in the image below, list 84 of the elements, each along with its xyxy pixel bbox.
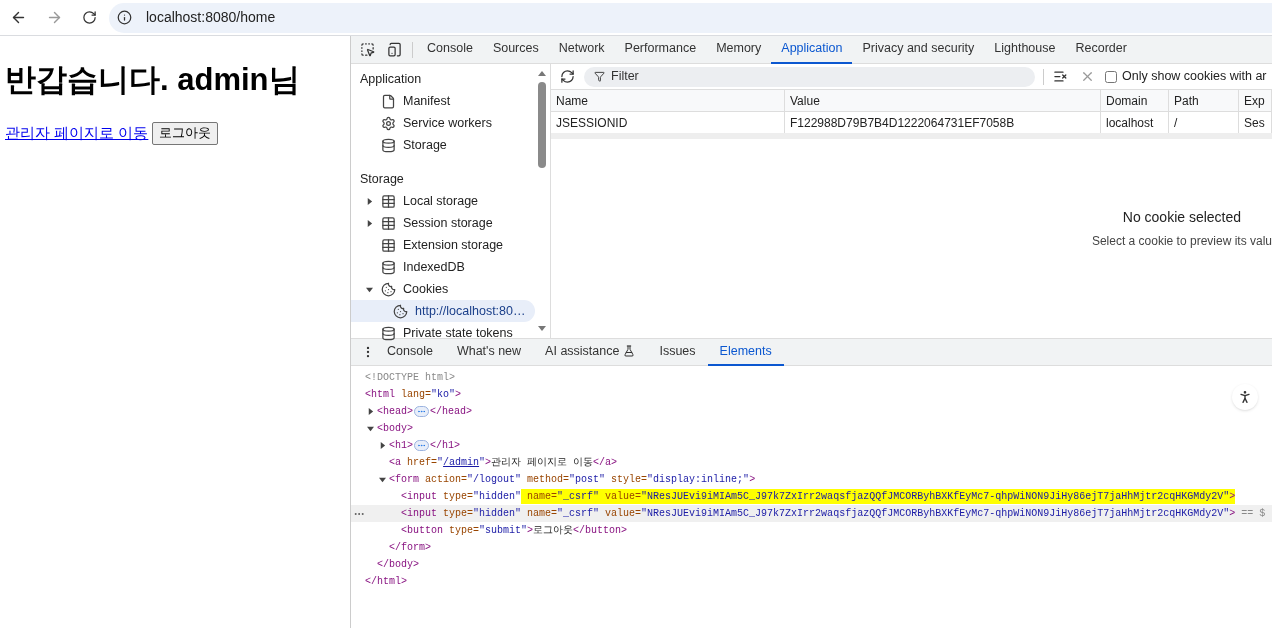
column-header[interactable]: Name [551, 90, 785, 111]
sidebar-item[interactable]: Manifest [351, 90, 535, 112]
checkbox-label: Only show cookies with ar [1122, 68, 1267, 86]
dom-line[interactable]: <head> </head> [351, 403, 1272, 420]
devtools-tab[interactable]: Lighthouse [984, 35, 1066, 64]
device-toolbar-icon[interactable] [387, 42, 402, 57]
devtools-tab[interactable]: Console [417, 35, 483, 64]
disclosure-triangle-icon[interactable] [366, 219, 373, 227]
reload-icon[interactable] [82, 10, 97, 25]
table-cell[interactable]: localhost [1101, 112, 1169, 133]
devtools-tab[interactable]: Sources [482, 35, 549, 64]
sidebar-item[interactable]: Session storage [351, 212, 535, 234]
database-icon [381, 259, 396, 275]
devtools-tab[interactable]: Application [771, 35, 853, 64]
table-icon [381, 193, 396, 209]
back-icon[interactable] [10, 9, 27, 26]
refresh-icon[interactable] [560, 69, 575, 84]
table-cell[interactable]: F122988D79B7B4D1222064731EF7058B [785, 112, 1101, 133]
sidebar-item[interactable]: Storage [351, 134, 535, 156]
empty-state-text: Select a cookie to preview its valu [1091, 233, 1272, 250]
dom-line[interactable]: </body> [351, 556, 1272, 573]
drawer-tab[interactable]: Issues [647, 338, 708, 366]
logout-button[interactable]: 로그아웃 [152, 122, 219, 145]
sidebar-item[interactable]: http://localhost:80… [351, 300, 535, 322]
devtools-tab[interactable]: Memory [706, 35, 772, 64]
table-icon [381, 237, 396, 253]
dom-line[interactable]: <body> [351, 420, 1272, 437]
column-header[interactable]: Exp [1239, 90, 1272, 111]
dom-line[interactable]: <!DOCTYPE html> [351, 369, 1272, 386]
gears-icon [381, 115, 396, 131]
forward-icon[interactable] [46, 9, 63, 26]
collapsed-content-icon[interactable] [414, 406, 429, 417]
accessibility-button[interactable] [1232, 384, 1258, 410]
dom-line[interactable]: <h1> </h1> [351, 437, 1272, 454]
file-icon [381, 93, 396, 109]
admin-page-link[interactable]: 관리자 페이지로 이동 [5, 122, 149, 145]
sidebar-section-title: Storage [359, 170, 405, 188]
drawer-tab[interactable]: AI assistance [533, 338, 648, 366]
filter-icon [594, 71, 605, 82]
cookie-icon [381, 281, 396, 297]
devtools-tab[interactable]: Network [548, 35, 615, 64]
address-bar[interactable]: localhost:8080/home [109, 2, 1272, 33]
dom-line[interactable]: <form action="/logout" method="post" style="display:inline;"> [351, 471, 1272, 488]
sidebar-section-title: Application [359, 70, 423, 88]
sidebar-item[interactable]: Cookies [351, 278, 535, 300]
sidebar-item[interactable]: IndexedDB [351, 256, 535, 278]
devtools-tab[interactable]: Privacy and security [852, 35, 985, 64]
cookie-icon [393, 303, 408, 319]
database-icon [381, 137, 396, 153]
dom-line[interactable]: <a href="/admin">관리자 페이지로 이동</a> [351, 454, 1272, 471]
disclosure-triangle-icon[interactable] [379, 442, 386, 449]
dom-line[interactable]: <button type="submit">로그아웃</button> [351, 522, 1272, 539]
database-icon [381, 325, 396, 341]
accessibility-icon [1237, 389, 1253, 405]
table-icon [381, 215, 396, 231]
dom-line[interactable]: </form> [351, 539, 1272, 556]
close-icon[interactable] [1080, 69, 1095, 84]
disclosure-triangle-icon[interactable] [379, 476, 386, 483]
flask-icon [623, 345, 636, 357]
column-header[interactable]: Value [785, 90, 1101, 111]
disclosure-triangle-icon[interactable] [367, 408, 374, 415]
info-icon[interactable] [117, 10, 132, 25]
empty-state-title: No cookie selected [1122, 208, 1242, 227]
disclosure-triangle-icon[interactable] [366, 197, 373, 205]
devtools-tab[interactable]: Performance [614, 35, 707, 64]
dom-line[interactable]: <html lang="ko"> [351, 386, 1272, 403]
collapsed-content-icon[interactable] [414, 440, 429, 451]
disclosure-triangle-icon[interactable] [366, 285, 373, 293]
clear-filtered-icon[interactable] [1053, 69, 1068, 84]
column-header[interactable]: Domain [1101, 90, 1169, 111]
inspect-element-icon[interactable] [360, 42, 375, 57]
dom-line[interactable]: </html> [351, 573, 1272, 590]
table-cell[interactable]: JSESSIONID [551, 112, 785, 133]
only-show-checkbox[interactable] [1105, 70, 1117, 83]
devtools-tab[interactable]: Recorder [1065, 35, 1137, 64]
sidebar-item[interactable]: Extension storage [351, 234, 535, 256]
table-cell[interactable]: Ses [1239, 112, 1272, 133]
column-header[interactable]: Path [1169, 90, 1239, 111]
sidebar-item[interactable]: Local storage [351, 190, 535, 212]
table-cell[interactable]: / [1169, 112, 1239, 133]
drawer-tab[interactable]: Elements [707, 338, 784, 366]
disclosure-triangle-icon[interactable] [367, 425, 374, 432]
page-heading: 반갑습니다. admin님 [5, 61, 301, 99]
sidebar-item[interactable]: Service workers [351, 112, 535, 134]
